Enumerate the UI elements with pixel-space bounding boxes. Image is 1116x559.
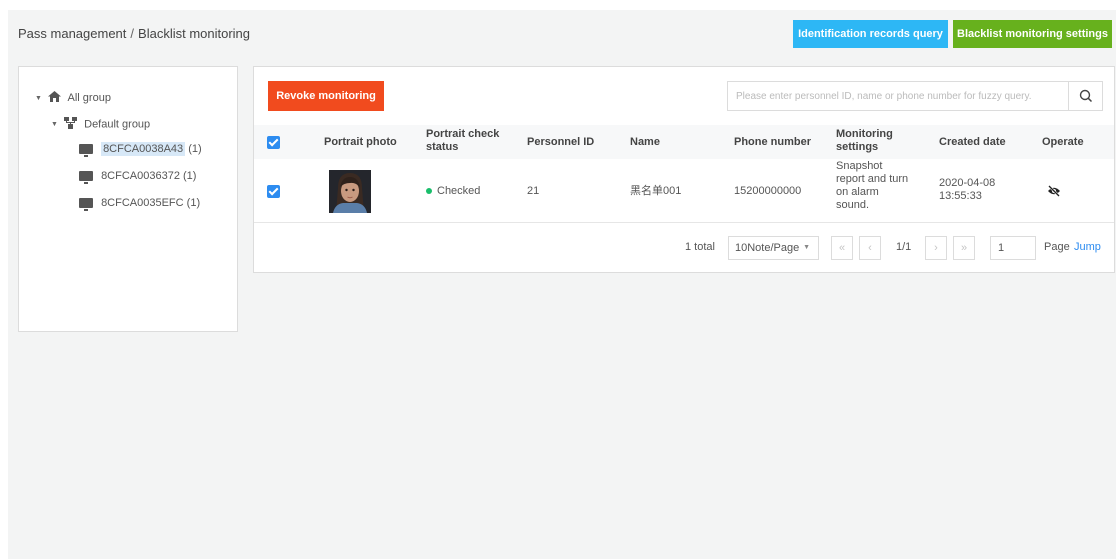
row-checkbox[interactable] (267, 185, 280, 198)
monitor-icon (79, 144, 93, 158)
phone-cell: 15200000000 (734, 185, 802, 197)
tree-node-device[interactable]: 8CFCA0036372 (1) (79, 170, 197, 185)
tree-node-device[interactable]: 8CFCA0035EFC (1) (79, 197, 201, 212)
column-header-phone: Phone number (734, 136, 812, 148)
revoke-monitoring-button[interactable]: Revoke monitoring (268, 81, 384, 111)
status-cell: Checked (426, 185, 480, 198)
personnel-id-cell: 21 (527, 185, 540, 197)
monitoring-list-panel: Revoke monitoring Portrait photo Portrai… (253, 66, 1115, 273)
caret-down-icon[interactable]: ▼ (51, 121, 61, 128)
breadcrumb: Pass management / Blacklist monitoring (18, 26, 250, 41)
device-name: 8CFCA0035EFC (101, 197, 184, 209)
name-cell: 黑名单001 (630, 185, 682, 197)
column-header-monitoring: Monitoring settings (836, 128, 893, 153)
group-icon (64, 117, 78, 132)
select-all-checkbox[interactable] (267, 136, 280, 149)
device-count: (1) (183, 170, 197, 182)
created-date: 2020-04-08 (939, 177, 996, 189)
table-row[interactable]: Checked 21 黑名单001 15200000000 Snapshot r… (254, 159, 1114, 223)
search-input[interactable] (728, 82, 1068, 110)
jump-page-input[interactable]: 1 (990, 236, 1036, 260)
device-count: (1) (188, 143, 202, 155)
first-page-button[interactable]: « (831, 236, 853, 260)
tree-node-device[interactable]: 8CFCA0038A43 (1) (79, 142, 202, 158)
home-icon (48, 91, 62, 105)
identification-records-query-button[interactable]: Identification records query (793, 20, 948, 48)
prev-page-button[interactable]: ‹ (859, 236, 881, 260)
column-header-name: Name (630, 136, 660, 148)
monitor-icon (79, 171, 93, 185)
table-header: Portrait photo Portrait check status Per… (254, 125, 1114, 159)
jump-link[interactable]: Jump (1074, 241, 1101, 253)
status-dot-icon (426, 188, 432, 195)
device-name: 8CFCA0038A43 (101, 142, 186, 156)
portrait-photo[interactable] (329, 170, 371, 213)
device-count: (1) (186, 197, 201, 209)
tree-node-default-group[interactable]: ▼ Default group (51, 117, 150, 132)
breadcrumb-current: Blacklist monitoring (138, 26, 251, 41)
device-tree-panel: ▼ All group ▼ Default group 8CFCA0038A43… (18, 66, 238, 332)
search-button[interactable] (1068, 82, 1102, 110)
created-time: 13:55:33 (939, 190, 982, 202)
tree-label-all-group: All group (67, 91, 111, 104)
page-background: Pass management / Blacklist monitoring Ide… (8, 10, 1116, 559)
column-header-portrait: Portrait photo (324, 136, 397, 148)
header-bar: Pass management / Blacklist monitoring Ide… (8, 10, 1116, 58)
created-date-cell: 2020-04-08 13:55:33 (939, 177, 1019, 203)
total-count: 1 total (685, 241, 715, 253)
tree-node-all-group[interactable]: ▼ All group (35, 91, 111, 105)
page-label: Page (1044, 241, 1070, 253)
column-header-status: Portrait check status (426, 128, 500, 153)
search-box (727, 81, 1103, 111)
column-header-created-date: Created date (939, 136, 1006, 148)
page-indicator: 1/1 (896, 241, 912, 253)
pagination: 1 total 10Note/Page ▼ « ‹ 1/1 › » 1 Page… (254, 232, 1114, 264)
last-page-button[interactable]: » (953, 236, 975, 260)
blacklist-monitoring-settings-button[interactable]: Blacklist monitoring settings (953, 20, 1112, 48)
next-page-button[interactable]: › (925, 236, 947, 260)
eye-off-icon[interactable] (1047, 185, 1061, 197)
monitoring-settings-cell: Snapshot report and turn on alarm sound. (836, 160, 909, 211)
page-size-value: 10Note/Page (735, 242, 800, 254)
status-text: Checked (437, 185, 481, 197)
page-size-select[interactable]: 10Note/Page ▼ (728, 236, 819, 260)
caret-down-icon: ▼ (803, 244, 810, 251)
column-header-operate: Operate (1042, 136, 1084, 148)
caret-down-icon[interactable]: ▼ (35, 95, 45, 102)
breadcrumb-separator: / (130, 26, 135, 41)
breadcrumb-parent[interactable]: Pass management (18, 26, 126, 41)
device-name: 8CFCA0036372 (101, 170, 180, 182)
tree-label-default-group: Default group (84, 118, 151, 131)
monitor-icon (79, 198, 93, 212)
search-icon (1079, 89, 1093, 103)
column-header-personnel-id: Personnel ID (527, 136, 595, 148)
